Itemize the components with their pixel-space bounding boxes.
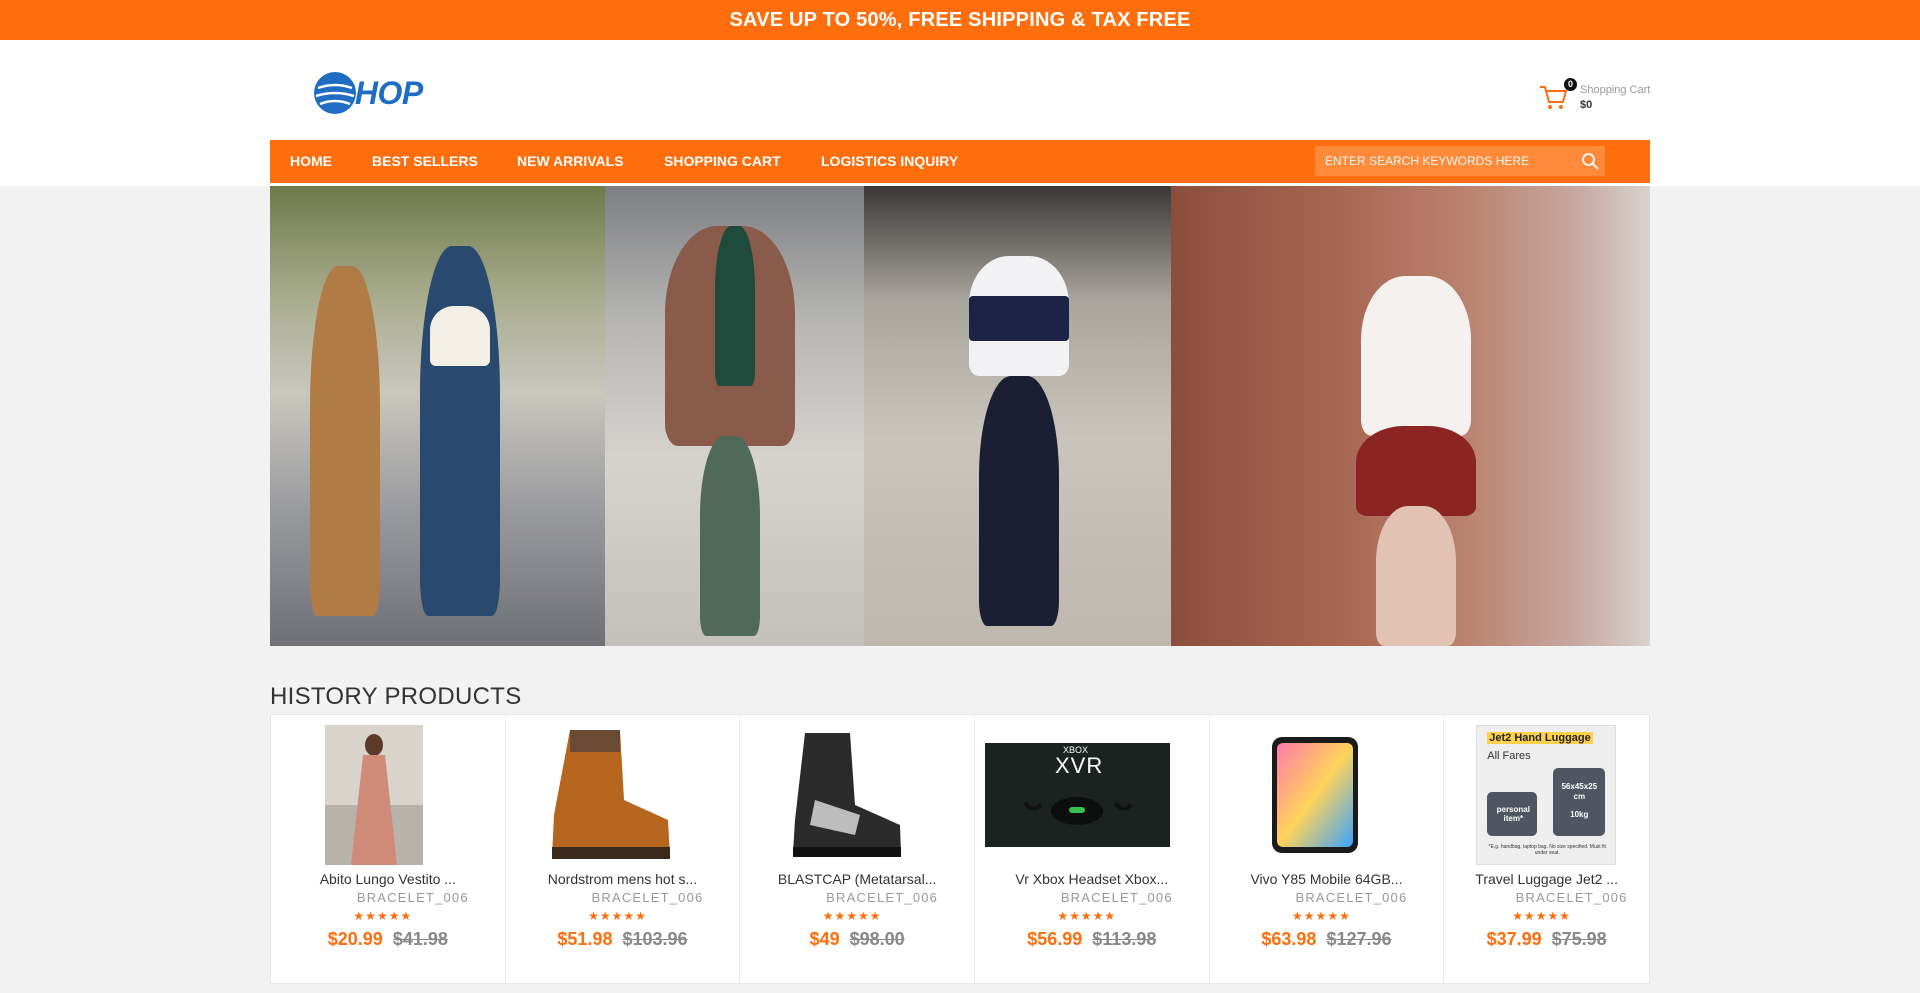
product-name[interactable]: Vr Xbox Headset Xbox... (975, 871, 1209, 887)
product-rating-stars: ★★★★★ (1292, 909, 1351, 923)
search-icon[interactable] (1581, 152, 1599, 170)
banner-image-striped-top (864, 186, 1171, 646)
history-products-list: Abito Lungo Vestito ... BRACELET_006 ★★★… (270, 714, 1650, 984)
search-input[interactable] (1315, 146, 1575, 176)
product-thumbnail[interactable] (1269, 725, 1360, 865)
header-cart[interactable]: 0 Shopping Cart $0 (1538, 78, 1653, 114)
product-name[interactable]: Nordstrom mens hot s... (506, 871, 740, 887)
product-thumbnail[interactable]: XBOX XVR (984, 743, 1170, 847)
product-card[interactable]: XBOX XVR Vr Xbox Headset Xbox... BRACELE… (975, 715, 1210, 983)
product-brand: BRACELET_006 (826, 890, 939, 905)
product-rating-stars: ★★★★★ (353, 909, 413, 923)
product-price: $37.99 (1486, 929, 1542, 949)
product-name[interactable]: Vivo Y85 Mobile 64GB... (1210, 871, 1444, 887)
product-old-price: $75.98 (1551, 929, 1607, 949)
product-old-price: $113.98 (1092, 929, 1157, 949)
product-card[interactable]: BLASTCAP (Metatarsal... BRACELET_006 ★★★… (740, 715, 975, 983)
product-price-row: $37.99 $75.98 (1444, 929, 1649, 950)
hero-banner[interactable] (270, 186, 1650, 646)
product-brand: BRACELET_006 (1515, 890, 1628, 905)
luggage-fares-text: All Fares (1487, 750, 1531, 762)
product-rating-stars: ★★★★★ (588, 909, 647, 923)
nav-item-shopping-cart[interactable]: SHOPPING CART (664, 140, 781, 183)
promo-banner: SAVE UP TO 50%, FREE SHIPPING & TAX FREE (0, 0, 1920, 40)
banner-image-plaid-skirt (1171, 186, 1650, 646)
cart-total: $0 (1580, 99, 1593, 111)
product-price-row: $63.98 $127.96 (1210, 929, 1444, 950)
product-price-row: $49 $98.00 (740, 929, 974, 950)
luggage-size-text: 56x45x25 cm (1561, 782, 1598, 801)
product-old-price: $41.98 (392, 929, 448, 949)
cart-count-badge: 0 (1564, 78, 1577, 91)
product-price-row: $20.99 $41.98 (271, 929, 505, 950)
product-thumbnail[interactable] (539, 725, 676, 865)
luggage-note-text: *E.g. handbag, laptop bag. No size speci… (1488, 844, 1606, 856)
banner-image-street-duo (270, 186, 605, 646)
product-price: $20.99 (327, 929, 383, 949)
product-price: $63.98 (1261, 929, 1317, 949)
luggage-personal-text: personal item* (1496, 805, 1530, 823)
product-rating-stars: ★★★★★ (1512, 909, 1572, 923)
product-price: $49 (809, 929, 840, 949)
product-card[interactable]: Nordstrom mens hot s... BRACELET_006 ★★★… (506, 715, 741, 983)
nav-item-logistics-inquiry[interactable]: LOGISTICS INQUIRY (821, 140, 958, 183)
product-thumbnail[interactable] (325, 725, 423, 865)
product-thumbnail[interactable]: Jet2 Hand Luggage All Fares personal ite… (1476, 725, 1617, 865)
nav-item-best-sellers[interactable]: BEST SELLERS (372, 140, 478, 183)
site-logo[interactable]: SHOP (312, 68, 423, 118)
product-price-row: $56.99 $113.98 (975, 929, 1209, 950)
product-rating-stars: ★★★★★ (822, 909, 882, 923)
product-price-row: $51.98 $103.96 (506, 929, 740, 950)
product-old-price: $103.96 (622, 929, 688, 949)
product-old-price: $127.96 (1326, 929, 1392, 949)
product-name[interactable]: Travel Luggage Jet2 ... (1444, 871, 1649, 887)
xbox-model-text: XVR (1054, 753, 1104, 778)
logo-globe-icon (314, 72, 356, 114)
product-name[interactable]: Abito Lungo Vestito ... (271, 871, 505, 887)
product-thumbnail[interactable] (775, 725, 911, 865)
nav-item-home[interactable]: HOME (290, 140, 332, 183)
product-price: $51.98 (557, 929, 613, 949)
product-brand: BRACELET_006 (356, 890, 469, 905)
luggage-weight-text: 10kg (1570, 810, 1589, 819)
product-old-price: $98.00 (849, 929, 905, 949)
nav-item-new-arrivals[interactable]: NEW ARRIVALS (517, 140, 624, 183)
search-box (1315, 146, 1605, 176)
banner-image-plaid-poncho (605, 186, 864, 646)
product-brand: BRACELET_006 (591, 890, 704, 905)
product-name[interactable]: BLASTCAP (Metatarsal... (740, 871, 974, 887)
product-price: $56.99 (1027, 929, 1083, 949)
main-nav: HOME BEST SELLERS NEW ARRIVALS SHOPPING … (270, 140, 1650, 183)
product-card[interactable]: Jet2 Hand Luggage All Fares personal ite… (1444, 715, 1649, 983)
cart-label: Shopping Cart (1580, 84, 1651, 96)
product-rating-stars: ★★★★★ (1057, 909, 1117, 923)
product-brand: BRACELET_006 (1295, 890, 1408, 905)
product-card[interactable]: Vivo Y85 Mobile 64GB... BRACELET_006 ★★★… (1210, 715, 1445, 983)
history-products-title: HISTORY PRODUCTS (270, 683, 522, 710)
product-brand: BRACELET_006 (1060, 890, 1173, 905)
product-card[interactable]: Abito Lungo Vestito ... BRACELET_006 ★★★… (271, 715, 506, 983)
luggage-title-text: Jet2 Hand Luggage (1487, 732, 1593, 744)
